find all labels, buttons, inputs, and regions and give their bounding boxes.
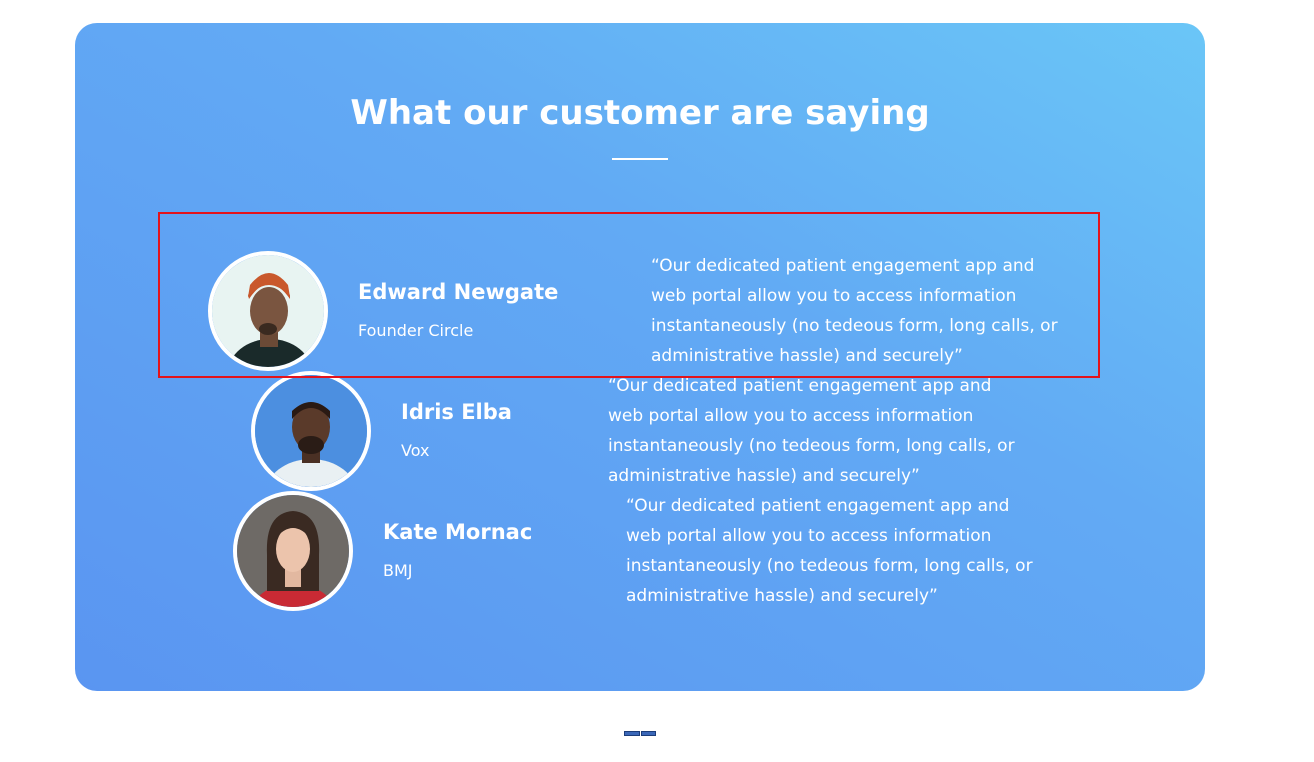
testimonial-quote: “Our dedicated patient engagement app an… xyxy=(608,376,1015,486)
customer-company: Vox xyxy=(401,441,430,460)
avatar xyxy=(251,371,371,491)
avatar-photo-edward xyxy=(212,255,324,367)
customer-name: Idris Elba xyxy=(401,400,512,424)
customer-company: BMJ xyxy=(383,561,413,580)
customer-company: Founder Circle xyxy=(358,321,474,340)
carousel-dot[interactable] xyxy=(624,731,640,736)
customer-name: Kate Mornac xyxy=(383,520,533,544)
avatar xyxy=(233,491,353,611)
title-divider xyxy=(612,158,668,160)
section-title: What our customer are saying xyxy=(350,93,930,133)
testimonial-quote: “Our dedicated patient engagement app an… xyxy=(626,496,1033,606)
avatar xyxy=(208,251,328,371)
carousel-dot[interactable] xyxy=(640,731,656,736)
carousel-pagination xyxy=(624,731,656,736)
avatar-photo-kate xyxy=(237,495,349,607)
customer-name: Edward Newgate xyxy=(358,280,559,304)
testimonial-quote: “Our dedicated patient engagement app an… xyxy=(651,256,1058,366)
avatar-photo-idris xyxy=(255,375,367,487)
